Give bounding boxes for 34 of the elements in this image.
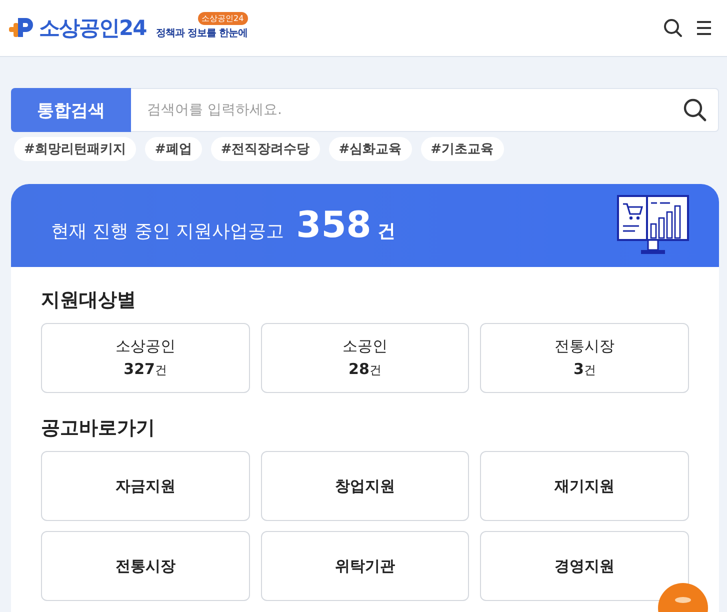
category-label: 소공인 bbox=[342, 337, 388, 356]
hashtag-chip[interactable]: #희망리턴패키지 bbox=[14, 137, 136, 161]
banner-text: 현재 진행 중인 지원사업공고 bbox=[51, 220, 284, 243]
category-card[interactable]: 위탁기관 bbox=[260, 531, 470, 601]
category-card[interactable]: 재기지원 bbox=[480, 451, 689, 521]
section-title: 지원대상별 bbox=[41, 288, 137, 313]
banner-unit: 건 bbox=[377, 220, 396, 243]
search-icon[interactable] bbox=[663, 18, 683, 38]
section-title: 공고바로가기 bbox=[41, 416, 156, 441]
post-count: 28건 bbox=[348, 360, 382, 379]
category-card[interactable]: 자금지원 bbox=[41, 451, 250, 521]
post-count: 327건 bbox=[124, 360, 167, 379]
category-card[interactable]: 소공인 28건 bbox=[260, 323, 470, 393]
menu-icon[interactable] bbox=[695, 19, 713, 37]
search-icon[interactable] bbox=[683, 98, 707, 122]
logo-text: 소상공인24 bbox=[39, 15, 146, 42]
search-field[interactable]: 검색어를 입력하세요. bbox=[131, 88, 719, 132]
category-card[interactable]: 소상공인 327건 bbox=[41, 323, 250, 393]
post-count: 3건 bbox=[573, 360, 596, 379]
hashtag-chip[interactable]: #심화교육 bbox=[328, 137, 412, 161]
category-label: 소상공인 bbox=[115, 337, 176, 356]
hashtag-chip[interactable]: #기초교육 bbox=[420, 137, 504, 161]
category-card[interactable]: 전통시장 3건 bbox=[480, 323, 689, 393]
search-category-button[interactable]: 통합검색 bbox=[11, 88, 131, 132]
hashtag-chip[interactable]: #폐업 bbox=[144, 137, 202, 161]
category-card[interactable]: 경영지원 bbox=[480, 531, 689, 601]
category-card[interactable]: 창업지원 bbox=[260, 451, 470, 521]
hashtag-chip[interactable]: #전직장려수당 bbox=[210, 137, 320, 161]
logo-link[interactable]: 소상공인24 bbox=[8, 14, 146, 42]
tagline: 정책과 정보를 한눈에 bbox=[156, 27, 248, 40]
service-badge: 소상공인24 bbox=[198, 12, 248, 25]
category-label: 전통시장 bbox=[554, 337, 615, 356]
category-card[interactable]: 전통시장 bbox=[41, 531, 250, 601]
banner-count: 358 bbox=[296, 205, 372, 246]
